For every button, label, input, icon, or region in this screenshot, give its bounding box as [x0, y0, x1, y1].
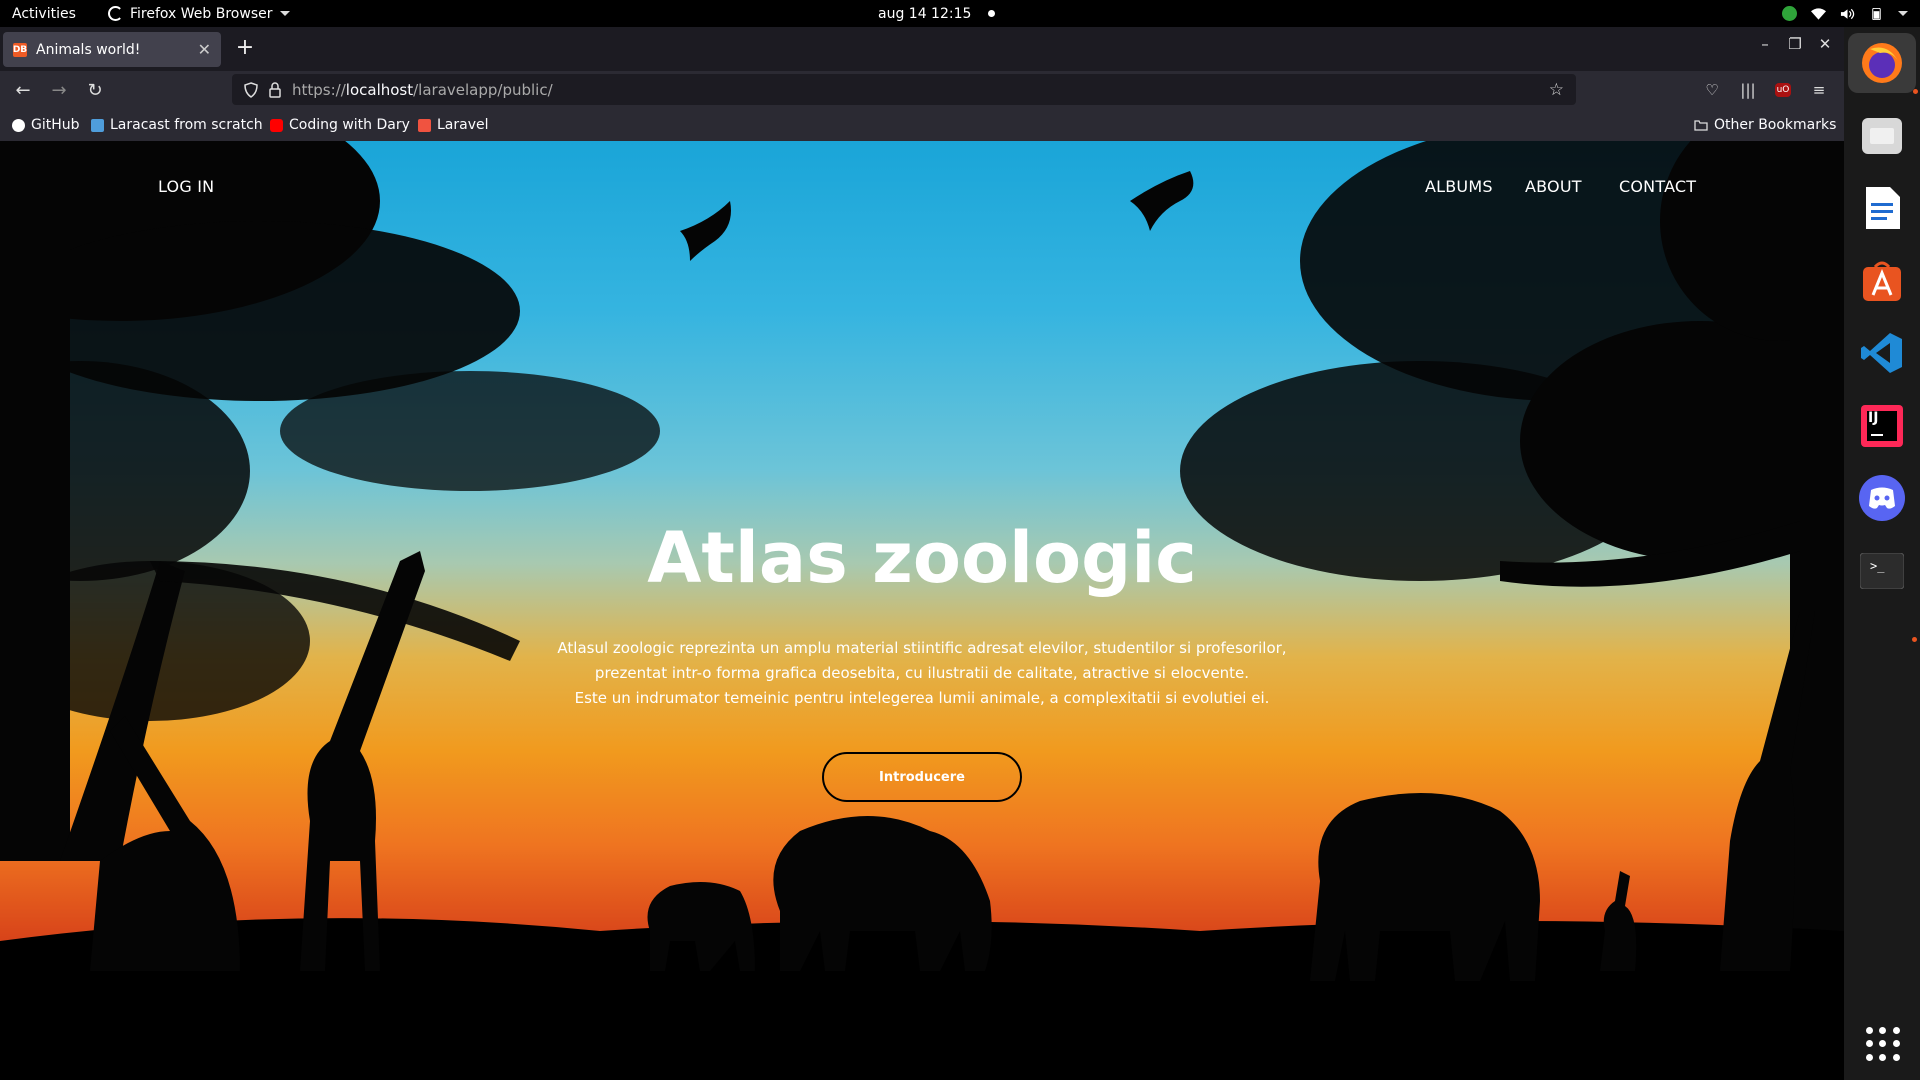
- dock-writer[interactable]: [1858, 184, 1906, 232]
- system-tray[interactable]: [1782, 0, 1908, 27]
- dock-vscode[interactable]: [1858, 329, 1906, 377]
- savanna-silhouette-illustration: [0, 141, 1844, 1080]
- firefox-small-icon: [108, 6, 123, 21]
- clock-label: aug 14 12:15: [878, 5, 972, 22]
- update-check-icon[interactable]: [1782, 6, 1797, 21]
- dock-software-center[interactable]: [1858, 257, 1906, 305]
- hero-description-line: Atlasul zoologic reprezinta un amplu mat…: [557, 639, 1287, 657]
- close-tab-icon[interactable]: ✕: [198, 40, 211, 59]
- bookmark-star-icon[interactable]: ☆: [1549, 80, 1564, 100]
- laracast-icon: [91, 118, 104, 132]
- show-applications-icon[interactable]: [1866, 1027, 1900, 1061]
- software-center-icon: [1863, 261, 1901, 301]
- bookmark-laracast[interactable]: Laracast from scratch: [91, 109, 263, 141]
- other-bookmarks[interactable]: Other Bookmarks: [1694, 109, 1836, 141]
- bookmark-label: Coding with Dary: [289, 117, 410, 133]
- app-menu-label: Firefox Web Browser: [130, 5, 273, 22]
- bookmarks-toolbar: GitHub Laracast from scratch Coding with…: [0, 109, 1844, 141]
- nav-about-link[interactable]: ABOUT: [1525, 177, 1582, 196]
- discord-icon: [1859, 475, 1905, 521]
- firefox-window: DB Animals world! ✕ + – ❐ ✕ ← → ↻ https:…: [0, 27, 1844, 1080]
- back-button[interactable]: ←: [10, 77, 36, 103]
- close-window-icon[interactable]: ✕: [1815, 35, 1835, 53]
- gnome-top-bar: Activities Firefox Web Browser aug 14 12…: [0, 0, 1920, 27]
- hero-description-line: Este un indrumator temeinic pentru intel…: [574, 689, 1270, 707]
- login-link[interactable]: LOG IN: [158, 177, 214, 196]
- laravel-icon: [418, 118, 431, 132]
- url-host: localhost: [345, 80, 414, 99]
- files-icon: [1862, 118, 1902, 154]
- chevron-down-icon: [1898, 11, 1908, 16]
- activities-button[interactable]: Activities: [12, 0, 76, 27]
- reload-button[interactable]: ↻: [82, 77, 108, 103]
- bookmark-github[interactable]: GitHub: [12, 109, 80, 141]
- bookmark-label: Laravel: [437, 117, 489, 133]
- terminal-label: >_: [1870, 559, 1885, 573]
- tracking-shield-icon[interactable]: [244, 81, 258, 98]
- clock[interactable]: aug 14 12:15: [878, 0, 996, 27]
- dock-discord[interactable]: [1858, 474, 1906, 522]
- chevron-down-icon: [279, 11, 290, 16]
- new-tab-button[interactable]: +: [235, 35, 255, 60]
- page-viewport: LOG IN ALBUMS ABOUT CONTACT Atlas zoolog…: [0, 141, 1844, 1080]
- dock-intellij[interactable]: IJ: [1858, 402, 1906, 450]
- restore-icon[interactable]: ❐: [1785, 35, 1805, 53]
- wifi-icon: [1811, 7, 1826, 20]
- running-indicator: [1913, 89, 1918, 94]
- lock-icon[interactable]: [268, 81, 282, 98]
- ubuntu-dock: IJ >_: [1844, 27, 1920, 1080]
- introducere-button[interactable]: Introducere: [822, 752, 1022, 802]
- volume-icon: [1840, 8, 1855, 19]
- running-indicator: [1912, 637, 1917, 642]
- url-bar[interactable]: https://localhost/laravelapp/public/ ☆: [232, 74, 1576, 105]
- folder-icon: [1694, 120, 1708, 131]
- url-text[interactable]: https://localhost/laravelapp/public/: [292, 81, 1539, 99]
- nav-albums-link[interactable]: ALBUMS: [1425, 177, 1493, 196]
- youtube-icon: [270, 118, 283, 132]
- dock-terminal[interactable]: >_: [1858, 547, 1906, 595]
- tab-animals-world[interactable]: DB Animals world! ✕: [3, 32, 221, 67]
- other-bookmarks-label: Other Bookmarks: [1714, 117, 1837, 133]
- battery-icon: [1872, 7, 1881, 20]
- notification-dot-icon: [988, 10, 996, 17]
- intellij-label: IJ: [1868, 410, 1879, 426]
- hero-title: Atlas zoologic: [647, 517, 1197, 599]
- bookmark-coding-with-dary[interactable]: Coding with Dary: [270, 109, 410, 141]
- nav-contact-link[interactable]: CONTACT: [1619, 177, 1696, 196]
- github-icon: [12, 118, 25, 132]
- vscode-icon: [1861, 333, 1902, 373]
- tab-strip: DB Animals world! ✕ + – ❐ ✕: [0, 27, 1844, 71]
- url-prefix: https://: [292, 80, 346, 99]
- tab-favicon-icon: DB: [12, 42, 28, 57]
- bookmark-label: GitHub: [31, 117, 80, 133]
- bookmark-laravel[interactable]: Laravel: [418, 109, 489, 141]
- url-path: /laravelapp/public/: [413, 80, 553, 99]
- dock-firefox[interactable]: [1858, 39, 1906, 87]
- minimize-icon[interactable]: –: [1755, 35, 1775, 53]
- dock-files[interactable]: [1858, 112, 1906, 160]
- library-icon[interactable]: |||: [1739, 81, 1757, 99]
- navigation-toolbar: ← → ↻ https://localhost/laravelapp/publi…: [0, 71, 1844, 109]
- tab-title: Animals world!: [36, 41, 141, 58]
- pocket-icon[interactable]: ♡: [1703, 81, 1721, 99]
- app-menu[interactable]: Firefox Web Browser: [108, 0, 290, 27]
- bookmark-label: Laracast from scratch: [110, 117, 263, 133]
- hero-description-line: prezentat intr-o forma grafica deosebita…: [594, 664, 1250, 682]
- firefox-icon: [1862, 43, 1902, 83]
- forward-button[interactable]: →: [46, 77, 72, 103]
- hamburger-menu-icon[interactable]: ≡: [1810, 81, 1828, 99]
- ublock-origin-icon[interactable]: uO: [1775, 83, 1791, 97]
- writer-icon: [1866, 187, 1900, 229]
